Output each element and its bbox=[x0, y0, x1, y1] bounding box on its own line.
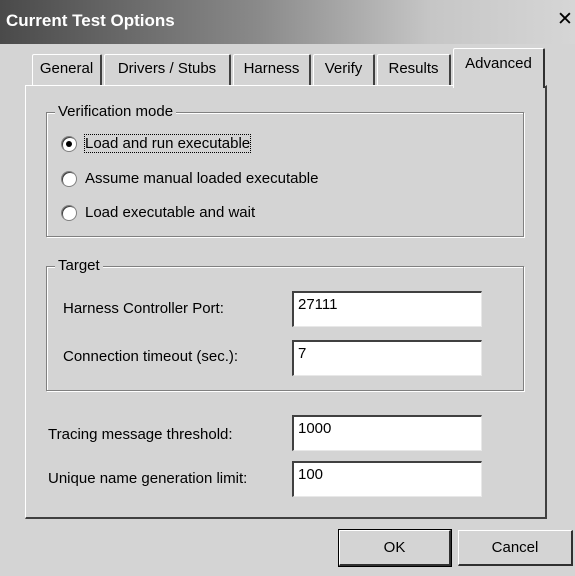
radio-load-and-run[interactable]: Load and run executable bbox=[61, 134, 361, 157]
tab-label: Harness bbox=[243, 60, 300, 77]
group-title: Verification mode bbox=[55, 103, 177, 120]
harness-port-label: Harness Controller Port: bbox=[63, 300, 224, 317]
verification-mode-group: Verification mode Load and run executabl… bbox=[46, 103, 524, 237]
radio-load-and-wait[interactable]: Load executable and wait bbox=[61, 204, 361, 226]
ok-button[interactable]: OK bbox=[338, 529, 452, 567]
harness-port-input[interactable]: 27111 bbox=[292, 291, 482, 327]
cancel-button[interactable]: Cancel bbox=[458, 530, 573, 566]
advanced-tab-panel: Verification mode Load and run executabl… bbox=[25, 85, 547, 519]
radio-label: Load executable and wait bbox=[85, 204, 256, 221]
tracing-threshold-input[interactable]: 1000 bbox=[292, 415, 482, 451]
radio-assume-manual[interactable]: Assume manual loaded executable bbox=[61, 170, 361, 192]
tracing-threshold-label: Tracing message threshold: bbox=[48, 426, 233, 443]
group-title: Target bbox=[55, 257, 103, 274]
radio-label: Load and run executable bbox=[83, 134, 252, 153]
tab-label: Results bbox=[388, 60, 439, 77]
tab-label: General bbox=[39, 60, 94, 77]
tab-harness[interactable]: Harness bbox=[233, 54, 311, 85]
dialog-window: Current Test Options ✕ General Drivers /… bbox=[0, 0, 575, 576]
close-icon[interactable]: ✕ bbox=[554, 9, 575, 31]
radio-button[interactable] bbox=[61, 205, 77, 221]
radio-button[interactable] bbox=[61, 136, 77, 152]
tab-results[interactable]: Results bbox=[377, 54, 451, 85]
title-bar: Current Test Options ✕ bbox=[0, 0, 575, 44]
tab-drivers-stubs[interactable]: Drivers / Stubs bbox=[104, 54, 231, 85]
tab-label: Verify bbox=[324, 60, 363, 77]
tab-label: Drivers / Stubs bbox=[117, 60, 217, 77]
radio-selected-dot bbox=[66, 141, 72, 147]
tab-advanced[interactable]: Advanced bbox=[453, 48, 545, 88]
connection-timeout-label: Connection timeout (sec.): bbox=[63, 348, 239, 365]
connection-timeout-input[interactable]: 7 bbox=[292, 340, 482, 376]
cancel-button-label: Cancel bbox=[491, 539, 539, 556]
unique-name-limit-input[interactable]: 100 bbox=[292, 461, 482, 497]
tab-verify[interactable]: Verify bbox=[313, 54, 375, 85]
ok-button-label: OK bbox=[383, 539, 406, 556]
radio-button[interactable] bbox=[61, 171, 77, 187]
radio-label: Assume manual loaded executable bbox=[85, 170, 319, 187]
unique-name-limit-label: Unique name generation limit: bbox=[48, 470, 248, 487]
target-group: Target Harness Controller Port: 27111 Co… bbox=[46, 257, 524, 391]
window-title: Current Test Options bbox=[6, 11, 175, 30]
tab-general[interactable]: General bbox=[32, 54, 102, 85]
tab-label: Advanced bbox=[465, 55, 532, 72]
